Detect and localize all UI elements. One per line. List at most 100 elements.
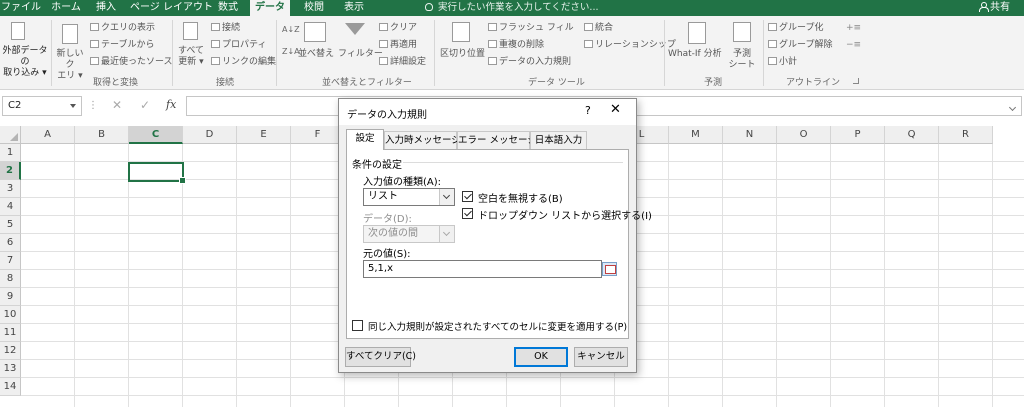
tab-review[interactable]: 校閲 xyxy=(298,0,330,16)
drag-handle-icon[interactable]: ⋮ xyxy=(88,100,98,111)
column-header[interactable]: B xyxy=(75,126,129,144)
row-header[interactable]: 10 xyxy=(0,306,21,324)
tab-data[interactable]: データ xyxy=(250,0,290,16)
row-header[interactable]: 1 xyxy=(0,144,21,162)
properties-button[interactable]: プロパティ xyxy=(211,40,266,51)
ok-button[interactable]: OK xyxy=(514,347,568,367)
column-header[interactable]: F xyxy=(291,126,345,144)
show-queries-button[interactable]: クエリの表示 xyxy=(90,23,155,34)
refresh-all-button[interactable]: すべて 更新 ▾ xyxy=(175,46,207,68)
row-header[interactable]: 11 xyxy=(0,324,21,342)
filter-icon xyxy=(345,23,365,35)
help-icon[interactable]: ? xyxy=(585,104,591,117)
show-detail-icon[interactable]: +≡ xyxy=(846,23,861,34)
tab-settings[interactable]: 設定 xyxy=(346,129,384,150)
cancel-entry-icon[interactable]: ✕ xyxy=(112,98,122,112)
column-header[interactable]: E xyxy=(237,126,291,144)
group-separator xyxy=(664,20,665,86)
dialog-titlebar[interactable]: データの入力規則 ? ✕ xyxy=(339,99,636,125)
recent-sources-button[interactable]: 最近使ったソース xyxy=(90,57,173,68)
row-header[interactable]: 14 xyxy=(0,378,21,396)
group-label: グループ化 xyxy=(779,23,824,33)
sort-descending-button[interactable]: Z↓A xyxy=(282,46,300,57)
ignore-blank-label: 空白を無視する(B) xyxy=(478,194,563,205)
in-cell-dropdown-checkbox[interactable] xyxy=(462,208,473,219)
allow-select[interactable]: リスト xyxy=(363,188,455,206)
name-box[interactable]: C2 xyxy=(2,96,82,116)
tab-home[interactable]: ホーム xyxy=(46,0,86,16)
column-header[interactable]: O xyxy=(777,126,831,144)
ungroup-button[interactable]: グループ解除 xyxy=(768,40,832,51)
row-header[interactable]: 8 xyxy=(0,270,21,288)
close-icon[interactable]: ✕ xyxy=(610,102,621,117)
cancel-button[interactable]: キャンセル xyxy=(574,347,628,367)
source-input[interactable]: 5,1,x xyxy=(363,260,617,278)
grid-vline xyxy=(830,144,831,407)
row-header[interactable]: 7 xyxy=(0,252,21,270)
ignore-blank-checkbox[interactable] xyxy=(462,191,473,202)
clear-all-button[interactable]: すべてクリア(C) xyxy=(345,347,416,367)
row-header[interactable]: 12 xyxy=(0,342,21,360)
selected-cell[interactable] xyxy=(128,162,186,184)
tab-ime-mode[interactable]: 日本語入力 xyxy=(530,131,587,149)
clear-button[interactable]: クリア xyxy=(379,23,417,34)
column-header[interactable]: P xyxy=(831,126,885,144)
edit-links-button[interactable]: リンクの編集 xyxy=(211,57,276,68)
insert-function-button[interactable]: fx xyxy=(166,98,176,111)
column-header[interactable]: R xyxy=(939,126,993,144)
text-to-columns-button[interactable]: 区切り位置 xyxy=(440,49,485,60)
confirm-entry-icon[interactable]: ✓ xyxy=(140,98,150,112)
grid-hline xyxy=(21,377,1024,378)
column-header[interactable]: C xyxy=(129,126,183,144)
name-box-dropdown-icon[interactable] xyxy=(70,104,76,108)
row-header[interactable]: 5 xyxy=(0,216,21,234)
whatif-analysis-button[interactable]: What-If 分析 xyxy=(668,49,722,60)
select-all-button[interactable] xyxy=(0,126,21,144)
tab-file[interactable]: ファイル xyxy=(0,0,42,16)
row-header[interactable]: 2 xyxy=(0,162,21,180)
tab-insert[interactable]: 挿入 xyxy=(89,0,123,16)
grid-vline xyxy=(128,144,129,407)
row-header[interactable]: 9 xyxy=(0,288,21,306)
row-header[interactable]: 6 xyxy=(0,234,21,252)
share-button[interactable]: 共有 xyxy=(979,0,1010,16)
consolidate-button[interactable]: 統合 xyxy=(584,23,613,34)
column-header[interactable]: D xyxy=(183,126,237,144)
tab-view[interactable]: 表示 xyxy=(338,0,370,16)
sort-icon xyxy=(304,22,326,42)
advanced-filter-button[interactable]: 詳細設定 xyxy=(379,57,426,68)
data-validation-button[interactable]: データの入力規則 xyxy=(488,57,571,68)
filter-button[interactable]: フィルター xyxy=(338,49,383,60)
connections-button[interactable]: 接続 xyxy=(211,23,240,34)
column-header[interactable]: N xyxy=(723,126,777,144)
outline-dialog-launcher-icon[interactable] xyxy=(853,78,859,84)
column-header[interactable]: A xyxy=(21,126,75,144)
tab-error-alert[interactable]: エラー メッセージ xyxy=(457,131,537,149)
tab-page-layout[interactable]: ページ レイアウト xyxy=(130,0,213,16)
row-header[interactable]: 13 xyxy=(0,360,21,378)
column-header[interactable]: Q xyxy=(885,126,939,144)
group-button[interactable]: グループ化 xyxy=(768,23,823,34)
hide-detail-icon[interactable]: −≡ xyxy=(846,40,861,51)
get-external-data-button[interactable]: 外部データの 取り込み ▾ xyxy=(1,46,49,79)
tab-input-message[interactable]: 入力時メッセージ xyxy=(384,131,461,149)
forecast-sheet-button[interactable]: 予測 シート xyxy=(724,49,760,71)
new-query-button[interactable]: 新しいク エリ ▾ xyxy=(53,49,87,82)
from-table-button[interactable]: テーブルから xyxy=(90,40,154,51)
relationships-button[interactable]: リレーションシップ xyxy=(584,40,676,51)
flash-fill-button[interactable]: フラッシュ フィル xyxy=(488,23,574,34)
expand-formula-icon[interactable] xyxy=(1008,103,1017,112)
sort-button[interactable]: 並べ替え xyxy=(298,49,334,60)
subtotal-button[interactable]: 小計 xyxy=(768,57,797,68)
row-header[interactable]: 3 xyxy=(0,180,21,198)
sort-ascending-button[interactable]: A↓Z xyxy=(282,24,300,35)
range-select-icon[interactable] xyxy=(602,262,617,276)
remove-duplicates-button[interactable]: 重複の削除 xyxy=(488,40,544,51)
row-header[interactable]: 4 xyxy=(0,198,21,216)
column-header[interactable]: M xyxy=(669,126,723,144)
reapply-button[interactable]: 再適用 xyxy=(379,40,417,51)
section-divider xyxy=(403,162,623,163)
apply-all-checkbox[interactable] xyxy=(352,320,363,331)
tab-formulas[interactable]: 数式 xyxy=(213,0,243,16)
tell-me-search[interactable]: 実行したい作業を入力してください... xyxy=(425,0,599,16)
